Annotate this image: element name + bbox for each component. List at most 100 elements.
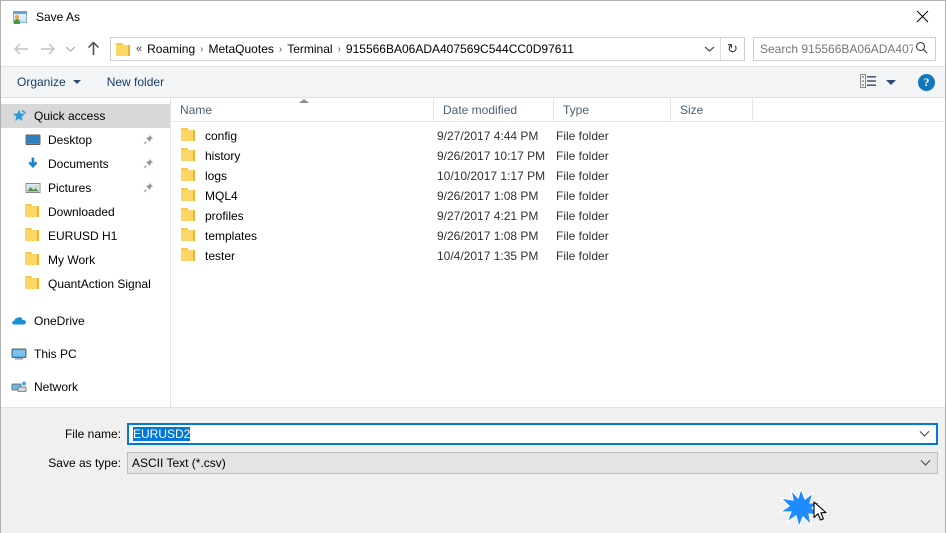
- arrow-right-icon: [40, 43, 55, 55]
- breadcrumb-item-roaming[interactable]: Roaming: [144, 42, 198, 56]
- save-as-type-dropdown-button[interactable]: [913, 453, 937, 473]
- network-icon: [11, 379, 27, 395]
- sidebar-item-pictures[interactable]: Pictures: [1, 176, 170, 200]
- breadcrumb-separator[interactable]: ›: [198, 44, 205, 55]
- refresh-button[interactable]: ↻: [720, 38, 744, 60]
- file-date: 9/26/2017 10:17 PM: [437, 149, 546, 163]
- file-date: 9/27/2017 4:44 PM: [437, 129, 539, 143]
- file-name: MQL4: [205, 189, 238, 203]
- sidebar-item-label: Documents: [48, 157, 109, 171]
- view-options-chevron-down-icon[interactable]: [886, 79, 896, 85]
- file-name: logs: [205, 169, 228, 183]
- sidebar-item-label: Network: [34, 380, 79, 394]
- sidebar-item-documents[interactable]: Documents: [1, 152, 170, 176]
- chevron-down-icon: [65, 46, 75, 52]
- search-input[interactable]: Search 915566BA06ADA40756...: [754, 42, 913, 56]
- file-name-cell: history: [171, 148, 433, 164]
- pin-icon: [143, 158, 154, 172]
- download-icon: [25, 156, 41, 172]
- address-dropdown-button[interactable]: [698, 38, 720, 60]
- sidebar-item-quick-access[interactable]: Quick access: [1, 104, 170, 128]
- organize-button[interactable]: Organize: [17, 75, 81, 89]
- sidebar-item-label: This PC: [34, 347, 77, 361]
- file-list: Name Date modified Type Size config 9/27…: [171, 98, 945, 407]
- star-pin-icon: [11, 108, 27, 124]
- sidebar-item-this-pc[interactable]: This PC: [1, 342, 170, 366]
- file-name-value: EURUSD2: [133, 427, 191, 441]
- sidebar-item-network[interactable]: Network: [1, 375, 170, 399]
- table-row[interactable]: history 9/26/2017 10:17 PM File folder: [171, 146, 945, 166]
- file-type: File folder: [556, 209, 609, 223]
- folder-icon: [181, 148, 197, 164]
- sidebar-item-downloaded[interactable]: Downloaded: [1, 200, 170, 224]
- column-header-date-modified[interactable]: Date modified: [434, 98, 554, 122]
- sidebar-item-onedrive[interactable]: OneDrive: [1, 309, 170, 333]
- file-type-row: Save as type: ASCII Text (*.csv): [1, 452, 945, 474]
- file-type: File folder: [556, 149, 609, 163]
- breadcrumb-overflow[interactable]: «: [135, 43, 144, 55]
- address-bar[interactable]: « Roaming › MetaQuotes › Terminal › 9155…: [110, 37, 745, 61]
- file-type: File folder: [556, 249, 609, 263]
- file-type: File folder: [556, 189, 609, 203]
- sidebar-item-eurusd-h1[interactable]: EURUSD H1: [1, 224, 170, 248]
- table-row[interactable]: MQL4 9/26/2017 1:08 PM File folder: [171, 186, 945, 206]
- breadcrumb-separator[interactable]: ›: [277, 44, 284, 55]
- table-row[interactable]: templates 9/26/2017 1:08 PM File folder: [171, 226, 945, 246]
- file-name: profiles: [205, 209, 244, 223]
- breadcrumb-item-metaquotes[interactable]: MetaQuotes: [206, 42, 277, 56]
- breadcrumb-item-instance[interactable]: 915566BA06ADA407569C544CC0D97611: [343, 42, 577, 56]
- table-row[interactable]: profiles 9/27/2017 4:21 PM File folder: [171, 206, 945, 226]
- column-header-type[interactable]: Type: [554, 98, 671, 122]
- sort-ascending-icon: [299, 99, 309, 103]
- file-name-label: File name:: [64, 427, 121, 441]
- sidebar-item-desktop[interactable]: Desktop: [1, 128, 170, 152]
- column-header-name[interactable]: Name: [171, 98, 434, 122]
- folder-icon: [181, 208, 197, 224]
- file-name-dropdown-button[interactable]: [912, 425, 936, 443]
- file-name: history: [205, 149, 241, 163]
- file-name-cell: MQL4: [171, 188, 433, 204]
- navigation-bar: « Roaming › MetaQuotes › Terminal › 9155…: [1, 32, 945, 66]
- save-as-icon: [12, 9, 28, 25]
- file-type: File folder: [556, 129, 609, 143]
- file-name-cell: templates: [171, 228, 433, 244]
- column-headers: Name Date modified Type Size: [171, 98, 945, 122]
- file-name-cell: tester: [171, 248, 433, 264]
- folder-icon: [181, 168, 197, 184]
- column-header-label: Date modified: [443, 103, 518, 117]
- breadcrumb-separator[interactable]: ›: [336, 44, 343, 55]
- sidebar-item-quantaction-signal[interactable]: QuantAction Signal: [1, 272, 170, 296]
- file-name-row: File name: EURUSD2: [1, 423, 945, 445]
- pin-icon: [143, 134, 154, 148]
- sidebar-item-label: OneDrive: [34, 314, 85, 328]
- save-as-type-label: Save as type:: [48, 456, 121, 470]
- help-button[interactable]: ?: [918, 73, 935, 91]
- chevron-down-icon: [920, 455, 930, 466]
- table-row[interactable]: tester 10/4/2017 1:35 PM File folder: [171, 246, 945, 266]
- search-box[interactable]: Search 915566BA06ADA40756...: [753, 37, 936, 61]
- column-header-label: Name: [180, 103, 213, 117]
- forward-button[interactable]: [34, 36, 60, 62]
- file-date: 9/26/2017 1:08 PM: [437, 229, 539, 243]
- back-button[interactable]: [8, 36, 34, 62]
- close-button[interactable]: [899, 1, 945, 31]
- table-row[interactable]: logs 10/10/2017 1:17 PM File folder: [171, 166, 945, 186]
- title-bar: Save As: [1, 1, 945, 32]
- save-as-type-combobox[interactable]: ASCII Text (*.csv): [127, 452, 938, 474]
- sidebar-item-my-work[interactable]: My Work: [1, 248, 170, 272]
- file-date: 9/27/2017 4:21 PM: [437, 209, 539, 223]
- arrow-left-icon: [13, 43, 28, 55]
- breadcrumb-item-terminal[interactable]: Terminal: [284, 42, 335, 56]
- search-icon[interactable]: [913, 41, 935, 57]
- file-name-input[interactable]: EURUSD2: [129, 427, 912, 441]
- chevron-down-icon: [72, 80, 81, 84]
- file-name-cell: config: [171, 128, 433, 144]
- up-button[interactable]: [80, 36, 106, 62]
- table-row[interactable]: config 9/27/2017 4:44 PM File folder: [171, 126, 945, 146]
- column-header-size[interactable]: Size: [671, 98, 753, 122]
- view-layout-icon[interactable]: [860, 73, 877, 91]
- file-name-combobox[interactable]: EURUSD2: [127, 423, 938, 445]
- file-name-cell: logs: [171, 168, 433, 184]
- recent-locations-button[interactable]: [60, 36, 80, 62]
- new-folder-button[interactable]: New folder: [107, 75, 164, 89]
